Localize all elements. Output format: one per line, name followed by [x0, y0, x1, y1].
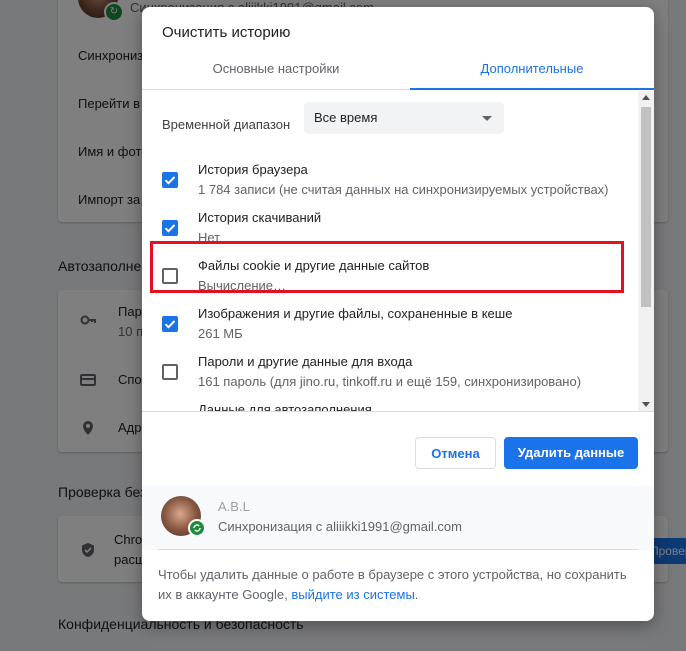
option-title: Пароли и другие данные для входа — [198, 354, 413, 369]
option-passwords[interactable]: Пароли и другие данные для входа 161 пар… — [142, 353, 638, 401]
scrollbar-thumb[interactable] — [641, 107, 651, 307]
checkmark-icon — [164, 224, 176, 233]
option-browsing-history[interactable]: История браузера 1 784 записи (не считая… — [142, 161, 638, 209]
account-sync-text: Синхронизация с aliiikki1991@gmail.com — [218, 519, 462, 534]
footer-end: . — [414, 587, 419, 602]
account-name: A.B.L — [218, 499, 250, 514]
checkmark-icon — [164, 320, 176, 329]
sync-badge-icon — [188, 519, 206, 537]
footer-divider — [158, 549, 638, 550]
red-highlight-annotation — [150, 241, 624, 293]
dropdown-arrow-icon — [482, 116, 492, 121]
option-title: История скачиваний — [198, 210, 322, 225]
delete-data-button[interactable]: Удалить данные — [504, 437, 638, 469]
option-cached-images[interactable]: Изображения и другие файлы, сохраненные … — [142, 305, 638, 353]
tab-advanced-label: Дополнительные — [480, 61, 584, 76]
scrollbar[interactable] — [638, 91, 654, 411]
scroll-up-arrow-icon[interactable] — [642, 95, 650, 100]
cancel-button[interactable]: Отмена — [415, 437, 496, 469]
tab-advanced[interactable]: Дополнительные — [410, 51, 654, 90]
options-scroll-area[interactable]: Временной диапазон Все время История бра… — [142, 91, 654, 412]
checkbox-passwords[interactable] — [162, 364, 178, 380]
option-title: Изображения и другие файлы, сохраненные … — [198, 306, 513, 321]
scroll-down-arrow-icon[interactable] — [642, 402, 650, 407]
clear-history-dialog: Очистить историю Основные настройки Допо… — [142, 7, 654, 621]
option-title: Данные для автозаполнения — [198, 402, 372, 412]
checkmark-icon — [164, 176, 176, 185]
sign-out-link[interactable]: выйдите из системы — [291, 587, 414, 602]
account-section: A.B.L Синхронизация с aliiikki1991@gmail… — [142, 486, 654, 550]
checkbox-browsing-history[interactable] — [162, 172, 178, 188]
checkbox-cached-images[interactable] — [162, 316, 178, 332]
checkbox-download-history[interactable] — [162, 220, 178, 236]
dialog-title: Очистить историю — [162, 24, 291, 41]
footer-note: Чтобы удалить данные о работе в браузере… — [158, 565, 640, 605]
time-range-value: Все время — [314, 110, 378, 125]
tab-basic-settings[interactable]: Основные настройки — [142, 51, 410, 89]
option-subtitle: 261 МБ — [198, 326, 243, 341]
time-range-select[interactable]: Все время — [304, 102, 504, 134]
active-tab-indicator — [410, 88, 654, 90]
time-range-label: Временной диапазон — [162, 117, 291, 132]
option-title: История браузера — [198, 162, 308, 177]
dialog-tabs: Основные настройки Дополнительные — [142, 51, 654, 90]
option-subtitle: 1 784 записи (не считая данных на синхро… — [198, 182, 609, 197]
option-autofill-data[interactable]: Данные для автозаполнения — [142, 401, 638, 412]
option-subtitle: 161 пароль (для jino.ru, tinkoff.ru и ещ… — [198, 374, 582, 389]
